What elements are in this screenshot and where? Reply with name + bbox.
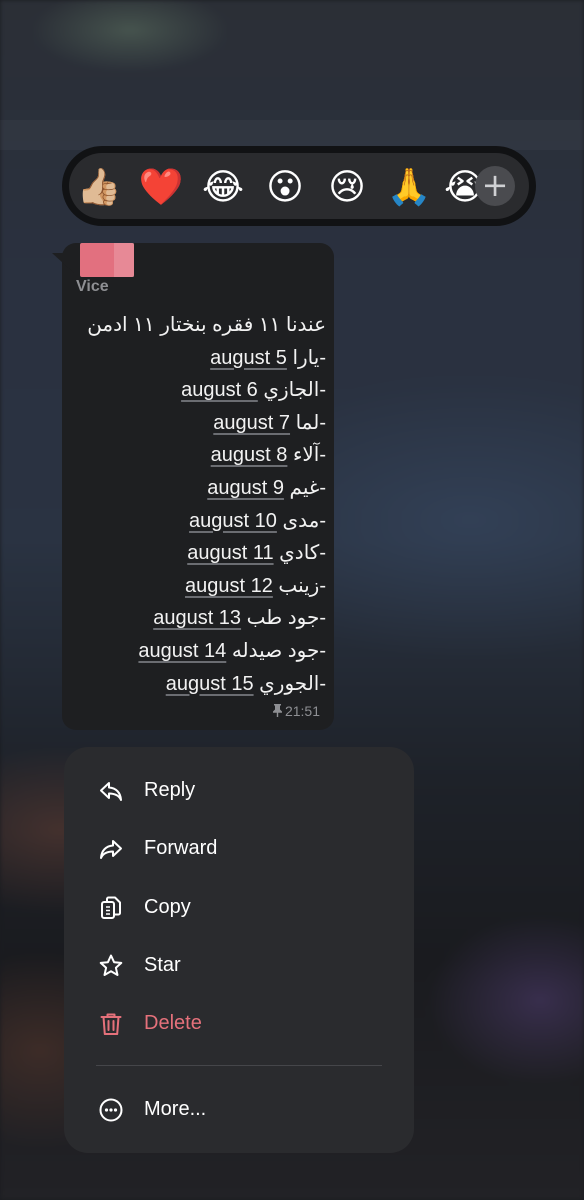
date-link[interactable]: august 7 [213, 412, 290, 434]
menu-item-label: Delete [144, 1012, 202, 1034]
message-line: -الجوري august 15 [165, 672, 326, 695]
message-line: عندنا ١١ فقره بنختار ١١ ادمن [87, 314, 326, 336]
date-link[interactable]: august 9 [207, 477, 284, 499]
date-link[interactable]: august 11 [187, 542, 273, 564]
menu-item-label: More... [144, 1098, 207, 1120]
menu-item-label: Copy [144, 896, 191, 918]
message-line: -غيم august 9 [207, 476, 326, 499]
menu-item-forward[interactable]: Forward [64, 823, 414, 873]
message-line: -آلاء august 8 [210, 444, 326, 467]
date-link[interactable]: august 8 [211, 444, 288, 466]
message-line: -جود صيدله august 14 [138, 639, 326, 662]
date-link[interactable]: august 12 [185, 575, 273, 597]
menu-item-label: Star [144, 954, 181, 976]
menu-divider [96, 1065, 382, 1066]
menu-item-label: Reply [144, 779, 196, 801]
message-line: -الجازي august 6 [181, 379, 326, 402]
sender-name: Vice [76, 278, 109, 295]
menu-item-copy[interactable]: Copy [64, 882, 414, 932]
copy-icon [98, 895, 124, 921]
message-text: عندنا ١١ فقره بنختار ١١ ادمن -يارا augus… [76, 309, 326, 700]
menu-item-delete[interactable]: Delete [64, 998, 414, 1048]
date-link[interactable]: august 5 [210, 347, 287, 369]
reaction-bar-inner: 👍🏼 ❤️ 😂 😮 😢 🙏 😭 + [69, 153, 529, 219]
reaction-surprised[interactable]: 😮 [261, 167, 309, 207]
reaction-heart[interactable]: ❤️ [137, 167, 185, 207]
context-menu: Reply Forward Copy Star Delete More... [64, 747, 414, 1153]
date-link[interactable]: august 15 [166, 673, 254, 695]
more-icon [98, 1097, 124, 1123]
forward-icon [98, 836, 124, 862]
message-line: -لما august 7 [213, 411, 326, 434]
message-line: -جود طب august 13 [153, 607, 326, 630]
reaction-pray[interactable]: 🙏 [385, 167, 433, 207]
reaction-thumbs-up[interactable]: 👍🏼 [75, 167, 123, 207]
message-meta: 21:51 [272, 703, 320, 719]
date-link[interactable]: august 14 [138, 640, 226, 662]
message-line: -كادي august 11 [187, 542, 326, 565]
reaction-bar: 👍🏼 ❤️ 😂 😮 😢 🙏 😭 + [62, 146, 536, 226]
trash-icon [98, 1011, 124, 1037]
date-link[interactable]: august 13 [153, 607, 241, 629]
menu-item-label: Forward [144, 837, 218, 859]
date-link[interactable]: august 6 [181, 379, 258, 401]
message-line: -مدى august 10 [189, 509, 326, 532]
menu-item-reply[interactable]: Reply [64, 765, 414, 815]
menu-item-star[interactable]: Star [64, 940, 414, 990]
message-time: 21:51 [284, 703, 320, 719]
date-link[interactable]: august 10 [189, 510, 277, 532]
reaction-sad[interactable]: 😢 [323, 167, 371, 207]
message-line: -زينب august 12 [185, 574, 326, 597]
reaction-laugh[interactable]: 😂 [199, 167, 247, 207]
star-icon [98, 953, 124, 979]
menu-item-more[interactable]: More... [64, 1084, 414, 1134]
add-reaction-button[interactable]: + [475, 166, 515, 206]
reply-icon [98, 778, 124, 804]
message-line: -يارا august 5 [210, 346, 326, 369]
redacted-name-block [80, 243, 134, 277]
pin-icon [272, 704, 283, 719]
